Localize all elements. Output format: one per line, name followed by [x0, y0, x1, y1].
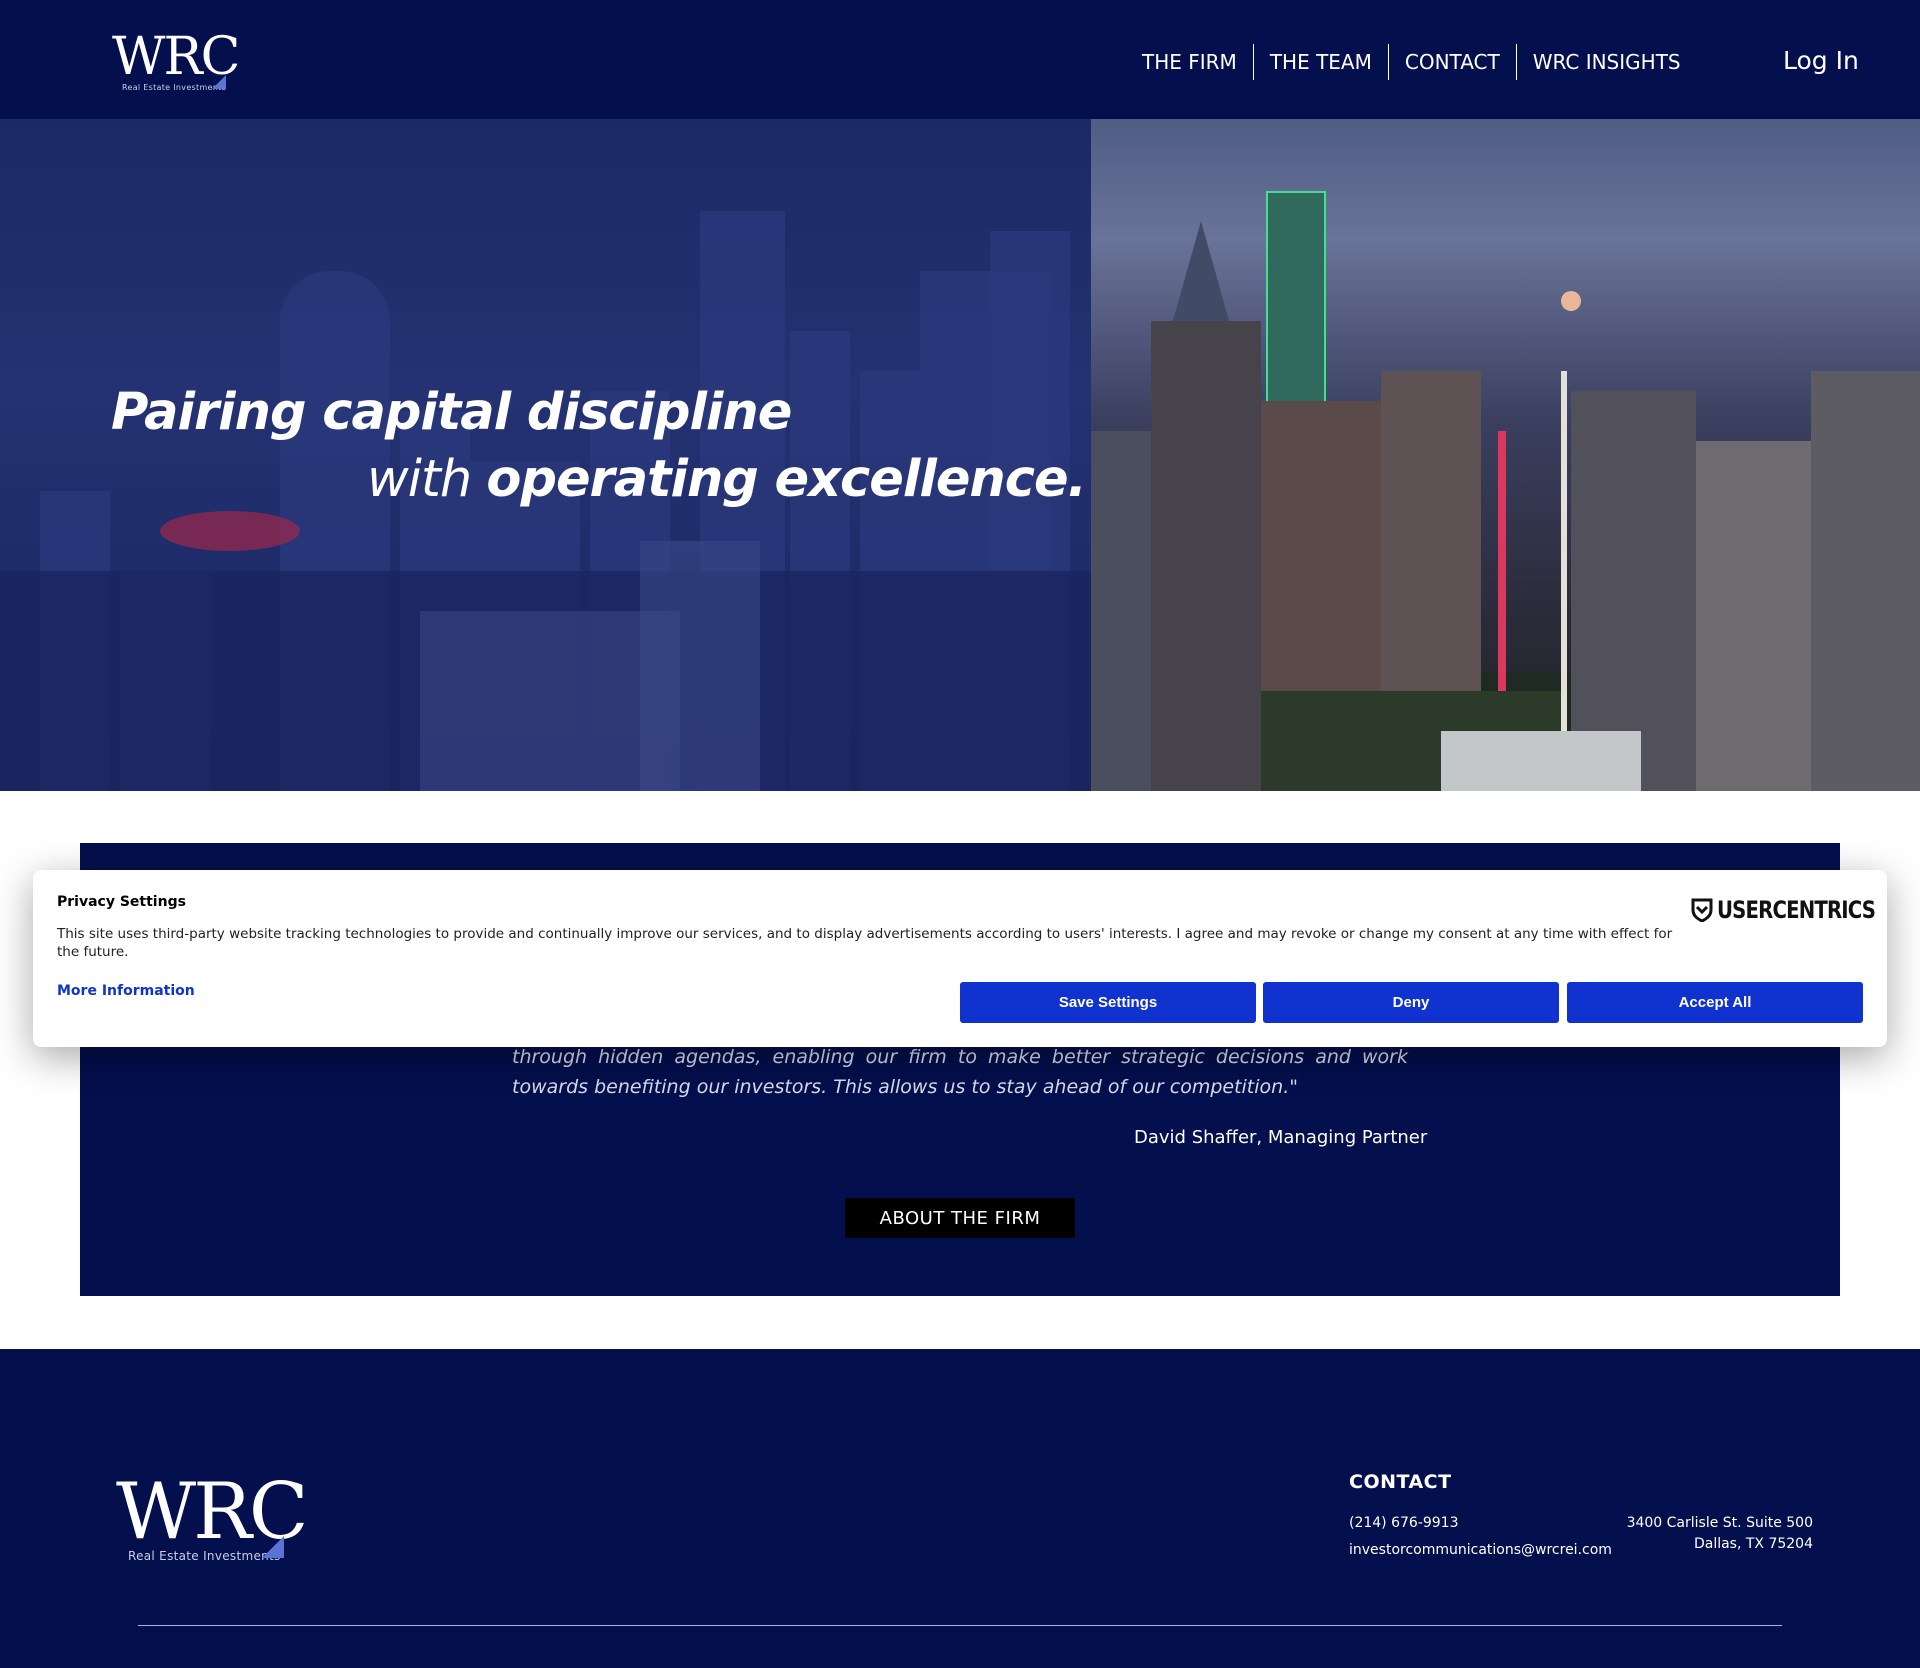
- footer-contact-heading: CONTACT: [1349, 1471, 1452, 1493]
- nav-the-team[interactable]: THE TEAM: [1252, 44, 1388, 80]
- site-footer: WRC Real Estate Investments CONTACT (214…: [0, 1349, 1920, 1668]
- login-link[interactable]: Log In: [1783, 46, 1859, 75]
- logo-triangle-icon: [212, 75, 226, 89]
- footer-logo-tagline: Real Estate Investments: [128, 1549, 281, 1563]
- usercentrics-wordmark: USERCENTRICS: [1717, 896, 1876, 924]
- privacy-title: Privacy Settings: [57, 894, 186, 910]
- usercentrics-shield-icon: [1691, 898, 1713, 922]
- footer-divider: [138, 1625, 1782, 1626]
- main-nav: THE FIRM THE TEAM CONTACT WRC INSIGHTS: [1126, 44, 1697, 80]
- privacy-settings-banner: Privacy Settings This site uses third-pa…: [33, 870, 1887, 1047]
- more-information-link[interactable]: More Information: [57, 983, 195, 999]
- hero-banner: Pairing capital discipline with operatin…: [0, 119, 1920, 791]
- accept-all-button[interactable]: Accept All: [1567, 982, 1863, 1023]
- hero-headline-line1: Pairing capital discipline: [111, 383, 792, 442]
- nav-contact[interactable]: CONTACT: [1387, 44, 1516, 80]
- save-settings-button[interactable]: Save Settings: [960, 982, 1256, 1023]
- quote-text: through hidden agendas, enabling our fir…: [512, 1046, 1408, 1098]
- footer-email-link[interactable]: investorcommunications@wrcrei.com: [1349, 1542, 1612, 1558]
- hero-skyline-night-image: [1091, 119, 1920, 791]
- about-the-firm-button[interactable]: ABOUT THE FIRM: [845, 1198, 1075, 1238]
- footer-logo[interactable]: WRC Real Estate Investments: [116, 1472, 309, 1563]
- usercentrics-logo: USERCENTRICS: [1691, 896, 1910, 924]
- hero-headline-with: with: [367, 450, 472, 509]
- quote-author: David Shaffer, Managing Partner: [1134, 1127, 1428, 1148]
- hero-headline-line2: with operating excellence.: [367, 450, 1087, 509]
- hero-headline-bold: operating excellence.: [486, 450, 1086, 509]
- nav-the-firm[interactable]: THE FIRM: [1126, 44, 1253, 80]
- nav-wrc-insights[interactable]: WRC INSIGHTS: [1515, 44, 1697, 80]
- footer-address-line2: Dallas, TX 75204: [1693, 1536, 1813, 1552]
- footer-logo-triangle-icon: [262, 1536, 284, 1558]
- header-logo[interactable]: WRC Real Estate Investments: [112, 30, 240, 95]
- logo-tagline: Real Estate Investments: [122, 83, 227, 92]
- deny-button[interactable]: Deny: [1263, 982, 1559, 1023]
- footer-address-line1: 3400 Carlisle St. Suite 500: [1626, 1515, 1813, 1531]
- hero-headline: Pairing capital discipline with operatin…: [111, 383, 1087, 509]
- footer-phone-link[interactable]: (214) 676-9913: [1349, 1515, 1459, 1531]
- site-header: WRC Real Estate Investments THE FIRM THE…: [0, 0, 1920, 119]
- privacy-body: This site uses third-party website track…: [57, 926, 1673, 960]
